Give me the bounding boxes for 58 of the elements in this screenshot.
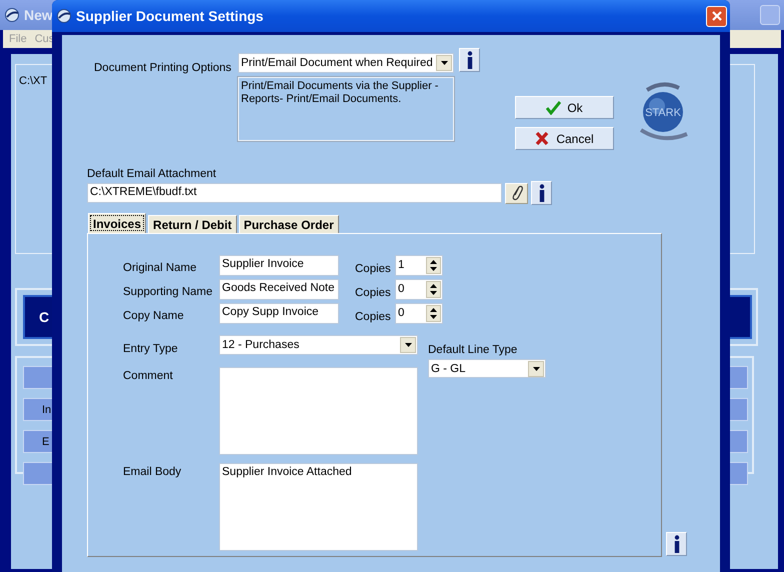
- close-button[interactable]: [706, 6, 727, 26]
- field-label: Copies: [355, 262, 392, 275]
- field-label: Email Body: [123, 465, 182, 480]
- text-field[interactable]: C:\XTREME\fbudf.txt: [87, 183, 502, 203]
- close-icon: [710, 10, 722, 22]
- field-label: Supporting Name: [123, 285, 214, 298]
- info-icon: [538, 184, 546, 202]
- description-text: Print/Email Documents via the Supplier - Reports- Print/Email Documents.: [238, 77, 454, 141]
- spin-arrows-icon: [430, 306, 437, 320]
- field-label: Entry Type: [123, 342, 179, 355]
- cancel-button[interactable]: Cancel: [515, 127, 614, 150]
- tab[interactable]: Purchase Order: [238, 215, 339, 233]
- tab[interactable]: Return / Debit: [148, 215, 237, 233]
- dropdown-button[interactable]: [528, 360, 544, 376]
- dropdown[interactable]: 12 - Purchases: [219, 335, 418, 355]
- caret-icon: [404, 343, 412, 347]
- spin-arrows-icon: [430, 258, 437, 272]
- info-icon: [466, 51, 474, 69]
- app-icon: [56, 8, 72, 24]
- info-button[interactable]: [666, 532, 687, 556]
- dropdown-button[interactable]: [400, 337, 416, 353]
- window-title: Supplier Document Settings: [76, 8, 264, 24]
- text-area[interactable]: Supplier Invoice Attached: [219, 463, 418, 551]
- text-field[interactable]: Supplier Invoice: [219, 254, 339, 276]
- spin-buttons[interactable]: [426, 256, 441, 274]
- cross-icon: [535, 131, 550, 146]
- spin-field[interactable]: 0: [395, 302, 443, 324]
- field-label: Document Printing Options: [94, 61, 232, 74]
- dropdown[interactable]: G - GL: [428, 359, 546, 378]
- text-field[interactable]: Goods Received Note: [219, 278, 339, 300]
- tab[interactable]: Invoices: [88, 213, 146, 233]
- field-label: Copies: [355, 286, 392, 299]
- paperclip-icon: [510, 184, 524, 202]
- field-label: Default Line Type: [428, 344, 518, 356]
- field-label: Default Email Attachment: [87, 168, 218, 180]
- check-icon: [546, 100, 562, 115]
- text-field[interactable]: Copy Supp Invoice: [219, 302, 339, 324]
- info-button[interactable]: [459, 48, 480, 72]
- field-label: Copies: [355, 310, 392, 323]
- info-icon: [672, 535, 680, 553]
- logo: STARK: [633, 80, 693, 144]
- spin-buttons[interactable]: [426, 304, 441, 322]
- spin-arrows-icon: [430, 282, 437, 296]
- caret-icon: [440, 61, 448, 65]
- spin-field[interactable]: 1: [395, 254, 443, 276]
- dropdown[interactable]: Print/Email Document when Required: [238, 53, 454, 73]
- ok-button[interactable]: Ok: [515, 96, 614, 119]
- window-title: New: [24, 7, 53, 23]
- spin-field[interactable]: 0: [395, 278, 443, 300]
- spin-buttons[interactable]: [426, 280, 441, 298]
- app-icon: [4, 7, 20, 23]
- info-button[interactable]: [531, 181, 552, 205]
- field-label: Original Name: [123, 261, 198, 274]
- field-label: Comment: [123, 369, 174, 384]
- dropdown-button[interactable]: [436, 55, 452, 71]
- caret-icon: [532, 366, 540, 370]
- attach-button[interactable]: [505, 182, 528, 204]
- field-label: Copy Name: [123, 309, 185, 322]
